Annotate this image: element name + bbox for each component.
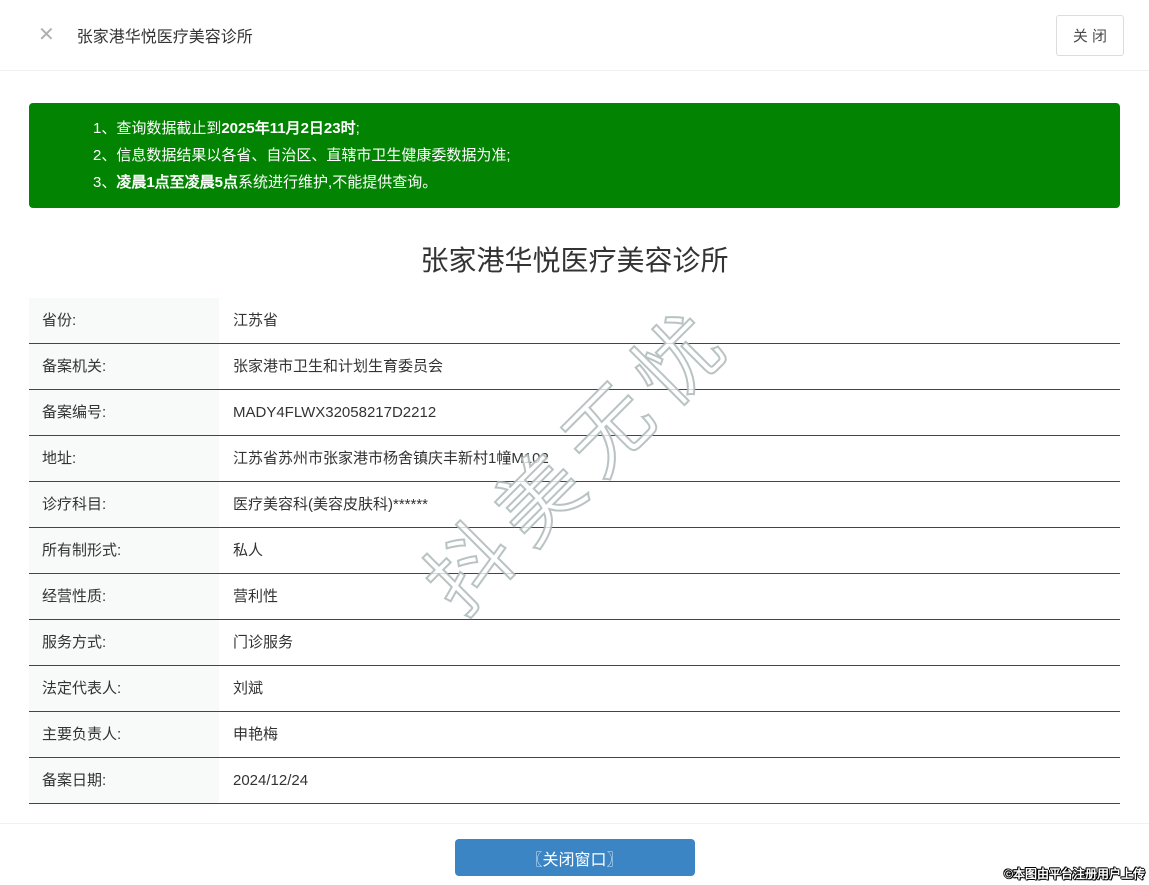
row-value: 门诊服务 (233, 634, 294, 651)
table-row-ownership: 所有制形式: 私人 (29, 528, 1120, 574)
row-label: 主要负责人: (29, 712, 219, 757)
page-footer: 〖关闭窗口〗 (0, 823, 1149, 876)
detail-table: 省份: 江苏省 备案机关: 张家港市卫生和计划生育委员会 备案编号: MADY4… (29, 298, 1120, 804)
row-value: 刘斌 (233, 680, 264, 697)
row-value: 张家港市卫生和计划生育委员会 (233, 358, 444, 375)
row-label: 经营性质: (29, 574, 219, 619)
row-label: 备案日期: (29, 758, 219, 803)
row-value: 江苏省 (233, 312, 279, 329)
row-value: 医疗美容科(美容皮肤科)****** (233, 496, 429, 513)
row-value: 营利性 (233, 588, 279, 605)
row-label: 省份: (29, 298, 219, 343)
row-value: 私人 (233, 542, 264, 559)
notice-line-2: 2、信息数据结果以各省、自治区、直辖市卫生健康委数据为准; (93, 147, 511, 164)
row-label: 法定代表人: (29, 666, 219, 711)
row-label: 所有制形式: (29, 528, 219, 573)
table-row-legal-representative: 法定代表人: 刘斌 (29, 666, 1120, 712)
table-row-province: 省份: 江苏省 (29, 298, 1120, 344)
notice-banner: 1、查询数据截止到2025年11月2日23时; 2、信息数据结果以各省、自治区、… (29, 103, 1120, 208)
page-title: 张家港华悦医疗美容诊所 (76, 29, 253, 46)
main-content: 1、查询数据截止到2025年11月2日23时; 2、信息数据结果以各省、自治区、… (29, 103, 1120, 804)
row-label: 地址: (29, 436, 219, 481)
row-label: 备案编号: (29, 390, 219, 435)
table-row-person-in-charge: 主要负责人: 申艳梅 (29, 712, 1120, 758)
table-row-filing-number: 备案编号: MADY4FLWX32058217D2212 (29, 390, 1120, 436)
table-row-filing-date: 备案日期: 2024/12/24 (29, 758, 1120, 804)
header: ✕ 张家港华悦医疗美容诊所 关 闭 (0, 0, 1149, 71)
row-label: 诊疗科目: (29, 482, 219, 527)
close-icon[interactable]: ✕ (38, 25, 55, 45)
row-value: 申艳梅 (233, 726, 279, 743)
notice-line-1: 1、查询数据截止到2025年11月2日23时; (93, 120, 360, 137)
table-row-filing-authority: 备案机关: 张家港市卫生和计划生育委员会 (29, 344, 1120, 390)
notice-line-3: 3、凌晨1点至凌晨5点系统进行维护,不能提供查询。 (93, 174, 438, 191)
row-value: 江苏省苏州市张家港市杨舍镇庆丰新村1幢M102 (233, 450, 549, 467)
close-window-button[interactable]: 〖关闭窗口〗 (454, 839, 695, 876)
table-row-operating-nature: 经营性质: 营利性 (29, 574, 1120, 620)
row-label: 备案机关: (29, 344, 219, 389)
table-row-service-mode: 服务方式: 门诊服务 (29, 620, 1120, 666)
table-row-medical-subjects: 诊疗科目: 医疗美容科(美容皮肤科)****** (29, 482, 1120, 528)
row-label: 服务方式: (29, 620, 219, 665)
row-value: 2024/12/24 (233, 772, 309, 789)
close-button[interactable]: 关 闭 (1055, 14, 1124, 56)
attribution-watermark: ©本图由平台注册用户上传 (1004, 867, 1145, 881)
row-value: MADY4FLWX32058217D2212 (233, 404, 437, 421)
clinic-title: 张家港华悦医疗美容诊所 (420, 245, 729, 276)
table-row-address: 地址: 江苏省苏州市张家港市杨舍镇庆丰新村1幢M102 (29, 436, 1120, 482)
